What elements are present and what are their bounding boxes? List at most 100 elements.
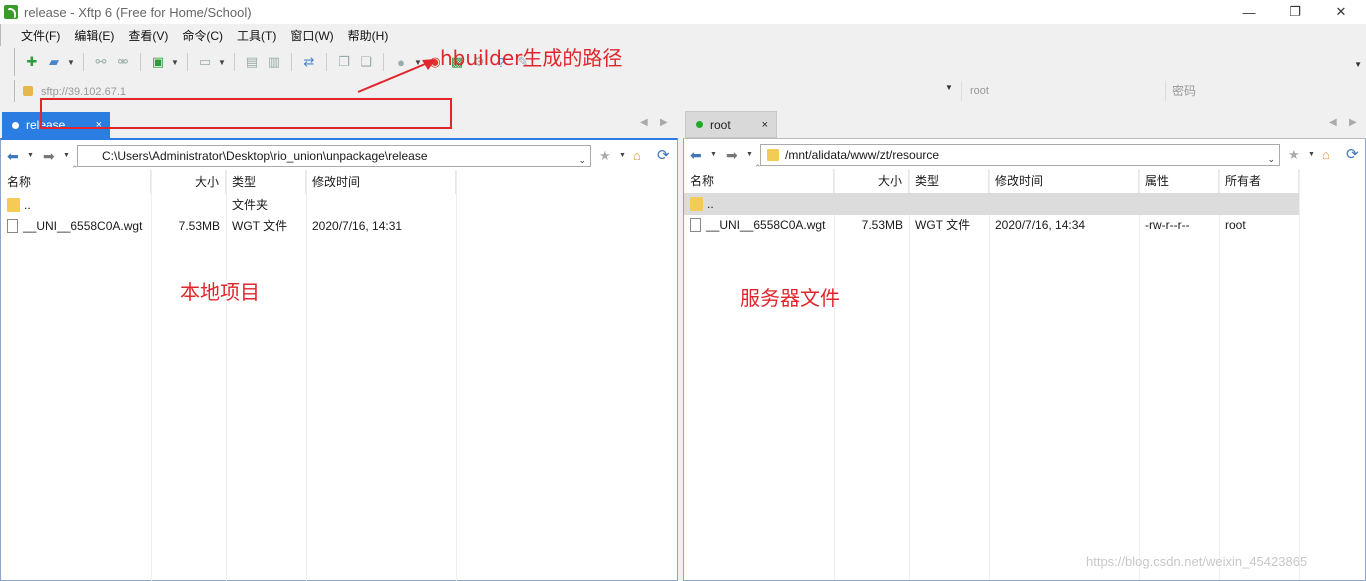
star-dropdown-icon[interactable]: ▼ — [619, 152, 626, 159]
username-input[interactable]: root — [961, 81, 1165, 101]
col-owner[interactable]: 所有者 — [1219, 169, 1299, 193]
toolbar-separator — [140, 53, 141, 71]
col-modified[interactable]: 修改时间 — [989, 169, 1139, 193]
menu-edit[interactable]: 编辑(E) — [74, 27, 114, 44]
forward-dropdown-icon[interactable]: ▼ — [746, 151, 753, 158]
back-arrow-icon[interactable]: ⬅ — [690, 147, 702, 164]
remote-path-input[interactable]: /mnt/alidata/www/zt/resource ⌄ — [760, 144, 1280, 166]
document-copy-icon[interactable]: ▥ — [265, 53, 283, 71]
tab-close-icon[interactable]: × — [762, 119, 768, 131]
table-row[interactable]: __UNI__6558C0A.wgt 7.53MB WGT 文件 2020/7/… — [684, 214, 1365, 236]
title-bar: release - Xftp 6 (Free for Home/School) … — [0, 0, 1366, 24]
cell-owner: root — [1225, 218, 1246, 232]
toolbar-overflow-icon[interactable]: ▼ — [1354, 60, 1362, 69]
folder-icon — [690, 197, 703, 211]
col-attributes[interactable]: 属性 — [1139, 169, 1219, 193]
back-arrow-icon[interactable]: ⬅ — [7, 148, 19, 165]
properties-icon[interactable]: ▣ — [149, 53, 167, 71]
open-folder-icon[interactable]: ▰ — [45, 53, 63, 71]
refresh-icon[interactable]: ⟳ — [657, 146, 670, 164]
tab-status-dot-icon — [12, 121, 19, 129]
col-type[interactable]: 类型 — [226, 170, 306, 194]
local-path-bar: ⬅ ▼ ➡ ▼ C:\Users\Administrator\Desktop\r… — [1, 144, 677, 168]
col-modified[interactable]: 修改时间 — [306, 170, 456, 194]
col-name[interactable]: 名称 — [684, 169, 834, 193]
path-dropdown-icon[interactable]: ⌄ — [578, 150, 586, 170]
cell-name: .. — [1, 194, 151, 216]
password-input[interactable]: 密码 — [1165, 81, 1366, 101]
host-dropdown-icon[interactable]: ▼ — [945, 83, 953, 92]
cell-type: WGT 文件 — [232, 219, 288, 233]
cell-name: __UNI__6558C0A.wgt — [1, 215, 151, 237]
forward-arrow-icon[interactable]: ➡ — [43, 148, 55, 165]
menu-file[interactable]: 文件(F) — [21, 27, 60, 44]
tab-prev-icon[interactable]: ◀ — [1329, 117, 1337, 128]
cell-name: __UNI__6558C0A.wgt — [684, 214, 834, 236]
table-row[interactable]: .. 文件夹 — [1, 194, 677, 216]
cell-size: 7.53MB — [861, 218, 903, 232]
table-row[interactable]: __UNI__6558C0A.wgt 7.53MB WGT 文件 2020/7/… — [1, 215, 677, 237]
restore-button[interactable]: ❐ — [1272, 0, 1318, 24]
col-size[interactable]: 大小 — [151, 170, 226, 194]
new-session-icon[interactable]: ✚ — [23, 53, 41, 71]
menu-tools[interactable]: 工具(T) — [237, 27, 276, 44]
cell-name: .. — [684, 193, 834, 215]
annotation-hbuilder-path: hbuilder生成的路径 — [440, 46, 623, 70]
connect-icon[interactable]: ⚯ — [92, 53, 110, 71]
path-dropdown-icon[interactable]: ⌄ — [1267, 149, 1275, 169]
forward-dropdown-icon[interactable]: ▼ — [63, 152, 70, 159]
remote-file-pane: ⬅ ▼ ➡ ▼ /mnt/alidata/www/zt/resource ⌄ ★… — [683, 138, 1366, 581]
document-icon[interactable]: ▤ — [243, 53, 261, 71]
toolbar-separator — [187, 53, 188, 71]
toolbar-separator — [326, 53, 327, 71]
star-icon[interactable]: ★ — [599, 148, 611, 164]
menu-view[interactable]: 查看(V) — [128, 27, 168, 44]
properties-dropdown-icon[interactable]: ▼ — [171, 53, 179, 71]
window-title: release - Xftp 6 (Free for Home/School) — [24, 4, 252, 20]
remote-path-bar: ⬅ ▼ ➡ ▼ /mnt/alidata/www/zt/resource ⌄ ★… — [684, 143, 1365, 167]
col-name[interactable]: 名称 — [1, 170, 151, 194]
cell-type: WGT 文件 — [915, 218, 971, 232]
remote-tab-strip: root × ◀ ▶ — [683, 110, 1366, 138]
watermark-text: https://blog.csdn.net/weixin_45423865 — [1086, 554, 1308, 569]
cell-modified: 2020/7/16, 14:31 — [312, 219, 403, 233]
local-column-header: ⌃ 名称 大小 类型 修改时间 — [1, 164, 677, 194]
sync-icon[interactable]: ⇄ — [300, 53, 318, 71]
back-dropdown-icon[interactable]: ▼ — [710, 151, 717, 158]
annotation-server-files: 服务器文件 — [740, 286, 840, 310]
annotation-arrow-icon — [357, 59, 436, 93]
menu-window[interactable]: 窗口(W) — [290, 27, 333, 44]
col-type[interactable]: 类型 — [909, 169, 989, 193]
toolbar-separator — [234, 53, 235, 71]
menu-bar: 文件(F) 编辑(E) 查看(V) 命令(C) 工具(T) 窗口(W) 帮助(H… — [0, 24, 1366, 46]
refresh-icon[interactable]: ⟳ — [1346, 145, 1359, 163]
forward-arrow-icon[interactable]: ➡ — [726, 147, 738, 164]
toolbar-separator — [83, 53, 84, 71]
cell-size: 7.53MB — [178, 219, 220, 233]
table-row[interactable]: .. — [684, 193, 1299, 215]
menu-help[interactable]: 帮助(H) — [348, 27, 389, 44]
tab-next-icon[interactable]: ▶ — [660, 117, 668, 128]
minimize-button[interactable]: — — [1226, 0, 1272, 24]
disconnect-icon[interactable]: ⚮ — [114, 53, 132, 71]
annotation-highlight-box — [40, 98, 452, 129]
open-dropdown-icon[interactable]: ▼ — [67, 53, 75, 71]
star-icon[interactable]: ★ — [1288, 147, 1300, 163]
back-dropdown-icon[interactable]: ▼ — [27, 152, 34, 159]
home-folder-icon[interactable]: ⌂ — [633, 148, 641, 163]
home-folder-icon[interactable]: ⌂ — [1322, 147, 1330, 162]
close-button[interactable]: ✕ — [1318, 0, 1364, 24]
star-dropdown-icon[interactable]: ▼ — [1308, 151, 1315, 158]
toolbar: ✚ ▰ ▼ ⚯ ⚮ ▣ ▼ ▭ ▼ ▤ ▥ ⇄ ❐ ❏ ● ▼ ◉ ▩ ⚙ ? … — [14, 48, 1366, 76]
cell-type: 文件夹 — [232, 198, 269, 212]
tab-next-icon[interactable]: ▶ — [1349, 117, 1357, 128]
menu-command[interactable]: 命令(C) — [182, 27, 223, 44]
tab-prev-icon[interactable]: ◀ — [640, 117, 648, 128]
local-path-input[interactable]: C:\Users\Administrator\Desktop\rio_union… — [77, 145, 591, 167]
tab-root[interactable]: root × — [685, 111, 777, 138]
file-icon — [690, 218, 701, 232]
terminal-icon[interactable]: ▭ — [196, 53, 214, 71]
col-size[interactable]: 大小 — [834, 169, 909, 193]
terminal-dropdown-icon[interactable]: ▼ — [218, 53, 226, 71]
folder-icon — [7, 198, 20, 212]
